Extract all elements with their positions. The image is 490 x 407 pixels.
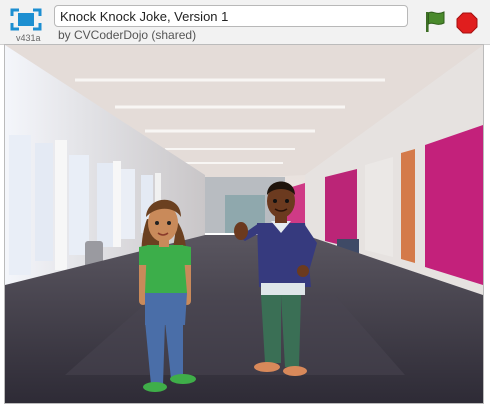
stop-sign-icon [456,12,478,34]
stage[interactable] [4,44,484,404]
project-toolbar: v431a by CVCoderDojo (shared) [0,0,490,45]
green-flag-button[interactable] [424,10,446,34]
project-title-input[interactable] [54,5,408,27]
green-flag-icon [426,11,445,32]
version-label: v431a [16,33,41,43]
stage-canvas [5,45,483,403]
stop-button[interactable] [456,12,478,34]
fullscreen-button[interactable] [8,7,44,33]
fullscreen-icon [10,8,42,31]
project-byline: by CVCoderDojo (shared) [58,28,197,42]
